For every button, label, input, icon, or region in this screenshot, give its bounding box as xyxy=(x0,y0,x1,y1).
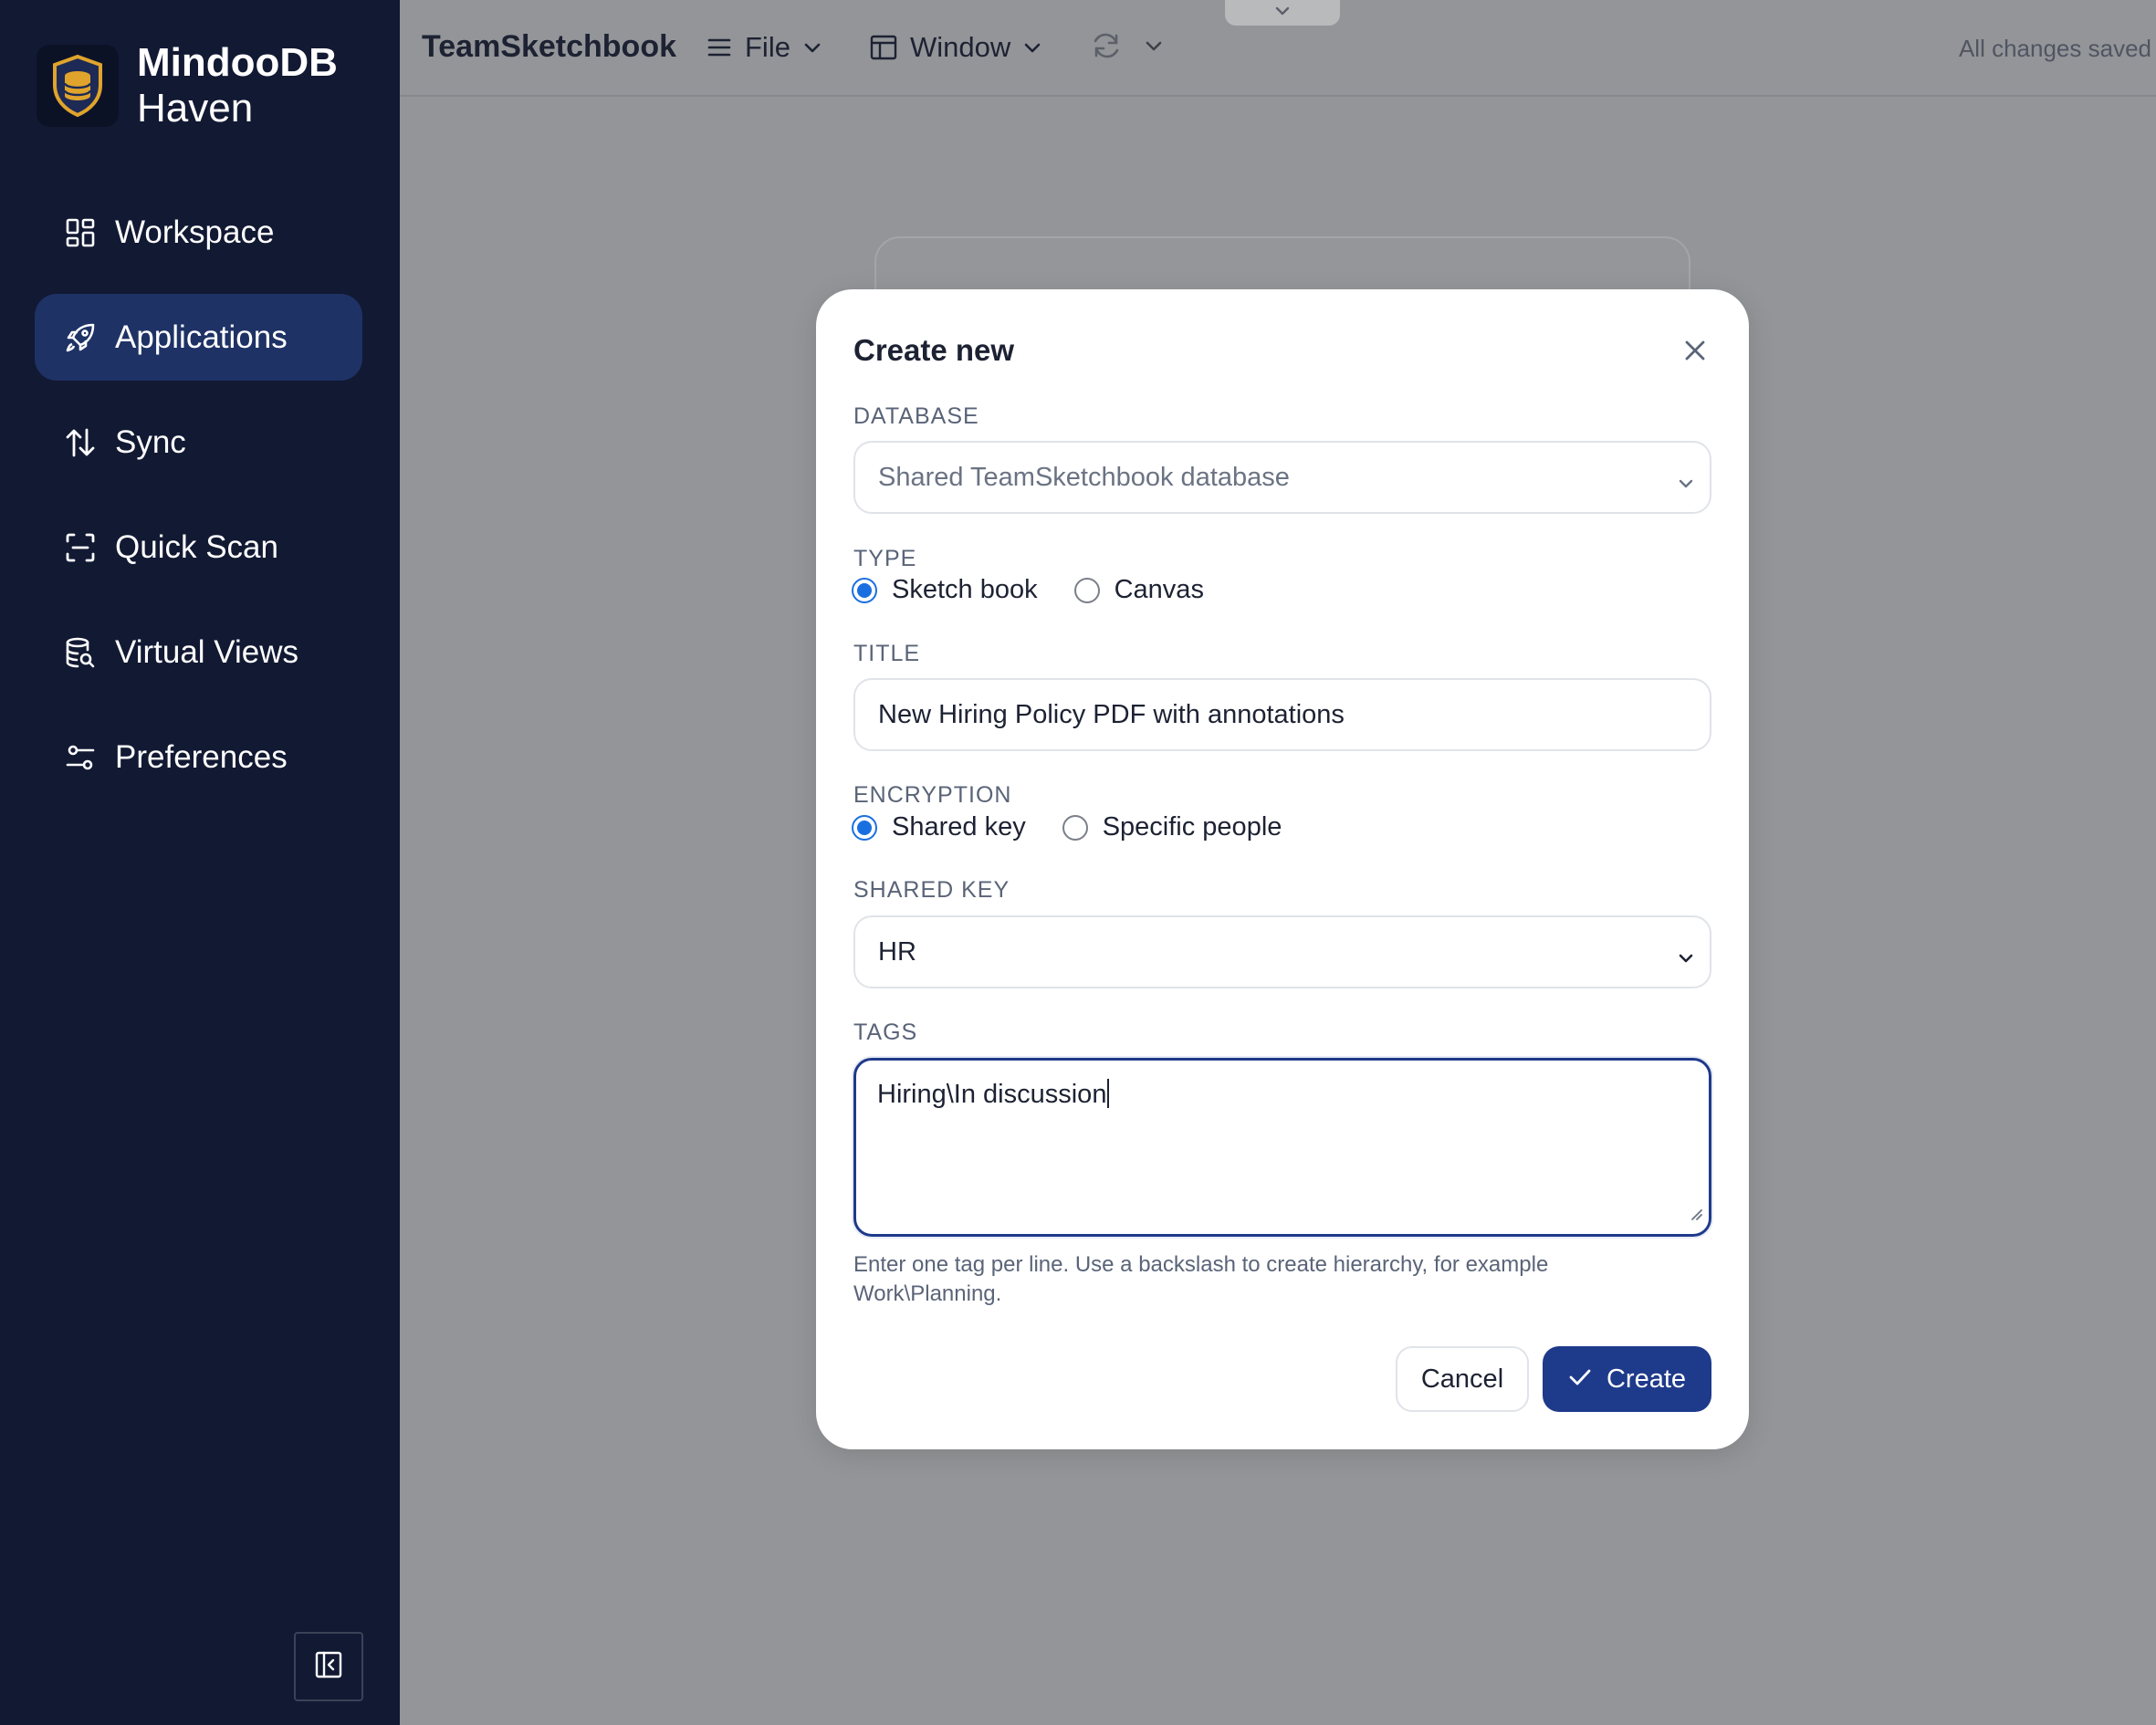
tags-textarea[interactable]: Hiring\In discussion xyxy=(853,1058,1711,1237)
type-option-label: Canvas xyxy=(1114,575,1204,604)
database-search-icon xyxy=(35,636,126,669)
database-select[interactable]: Shared TeamSketchbook database xyxy=(853,441,1711,514)
rocket-icon xyxy=(35,321,126,354)
shield-database-logo-icon xyxy=(37,45,119,127)
sidebar-item-label: Virtual Views xyxy=(115,633,299,670)
tags-hint: Enter one tag per line. Use a backslash … xyxy=(853,1252,1549,1306)
grid-icon xyxy=(35,217,126,248)
close-icon[interactable] xyxy=(1680,335,1711,366)
create-button[interactable]: Create xyxy=(1543,1346,1711,1412)
file-menu-label: File xyxy=(745,31,790,63)
type-radio-group: Sketch book Canvas xyxy=(852,575,1204,605)
chevron-down-icon xyxy=(1145,39,1163,52)
sidebar: MindooDB Haven Workspace Applications Sy… xyxy=(0,0,400,1725)
sidebar-item-sync[interactable]: Sync xyxy=(35,399,362,486)
encryption-radio-shared-key[interactable] xyxy=(852,814,877,841)
tags-label: TAGS xyxy=(853,1019,918,1045)
database-select-value: Shared TeamSketchbook database xyxy=(878,462,1290,492)
chevron-down-icon xyxy=(803,41,822,54)
title-input-value: New Hiring Policy PDF with annotations xyxy=(878,699,1345,729)
collapse-sidebar-button[interactable] xyxy=(294,1632,363,1701)
resize-handle-icon[interactable] xyxy=(1689,1198,1703,1228)
create-button-label: Create xyxy=(1606,1364,1687,1394)
title-label: TITLE xyxy=(853,641,921,666)
sync-menu[interactable] xyxy=(1092,31,1163,60)
sync-arrows-icon xyxy=(35,427,126,458)
title-input[interactable]: New Hiring Policy PDF with annotations xyxy=(853,678,1711,751)
chevron-down-icon xyxy=(1274,5,1291,21)
sidebar-item-label: Applications xyxy=(115,319,288,355)
encryption-radio-specific-people[interactable] xyxy=(1062,814,1088,841)
type-radio-canvas[interactable] xyxy=(1073,577,1100,603)
sidebar-item-applications[interactable]: Applications xyxy=(35,294,362,381)
shared-key-value: HR xyxy=(878,936,916,967)
brand-subtitle: Haven xyxy=(137,86,254,131)
app-title: TeamSketchbook xyxy=(422,29,677,64)
sidebar-item-quick-scan[interactable]: Quick Scan xyxy=(35,504,362,591)
cancel-button[interactable]: Cancel xyxy=(1396,1346,1529,1412)
dialog-title: Create new xyxy=(853,333,1015,367)
sliders-icon xyxy=(35,742,126,773)
refresh-icon xyxy=(1092,31,1121,60)
tags-value: Hiring\In discussion xyxy=(877,1080,1107,1109)
encryption-option-label: Specific people xyxy=(1102,812,1282,842)
sidebar-item-label: Sync xyxy=(115,423,186,460)
hamburger-icon xyxy=(706,37,732,58)
save-status: All changes saved xyxy=(1958,35,2151,62)
chevron-down-icon xyxy=(1023,41,1041,54)
file-menu[interactable]: File xyxy=(706,31,822,64)
chevron-down-icon xyxy=(1677,467,1695,497)
text-cursor xyxy=(1107,1079,1110,1108)
type-option-label: Sketch book xyxy=(892,575,1038,604)
brand-name: MindooDB xyxy=(137,40,338,85)
window-menu[interactable]: Window xyxy=(870,31,1041,64)
encryption-option-label: Shared key xyxy=(892,812,1026,842)
shared-key-select[interactable]: HR xyxy=(853,915,1711,988)
window-icon xyxy=(870,35,897,60)
database-label: DATABASE xyxy=(853,403,979,429)
pull-down-tab[interactable] xyxy=(1225,0,1340,26)
type-label: TYPE xyxy=(853,546,917,571)
encryption-radio-group: Shared key Specific people xyxy=(852,812,1282,842)
collapse-panel-icon xyxy=(314,1650,343,1684)
scan-icon xyxy=(35,532,126,563)
sidebar-item-label: Workspace xyxy=(115,214,275,250)
create-new-dialog: Create new DATABASE Shared TeamSketchboo… xyxy=(816,289,1749,1449)
check-icon xyxy=(1568,1364,1607,1395)
sidebar-item-virtual-views[interactable]: Virtual Views xyxy=(35,609,362,695)
sidebar-item-preferences[interactable]: Preferences xyxy=(35,714,362,800)
encryption-label: ENCRYPTION xyxy=(853,782,1012,808)
window-menu-label: Window xyxy=(910,31,1011,63)
sidebar-item-label: Preferences xyxy=(115,738,288,775)
sidebar-item-label: Quick Scan xyxy=(115,528,278,565)
shared-key-label: SHARED KEY xyxy=(853,877,1010,903)
brand: MindooDB Haven xyxy=(37,40,338,131)
sidebar-item-workspace[interactable]: Workspace xyxy=(35,189,362,276)
type-radio-sketch-book[interactable] xyxy=(852,577,877,603)
chevron-down-icon xyxy=(1677,942,1695,972)
